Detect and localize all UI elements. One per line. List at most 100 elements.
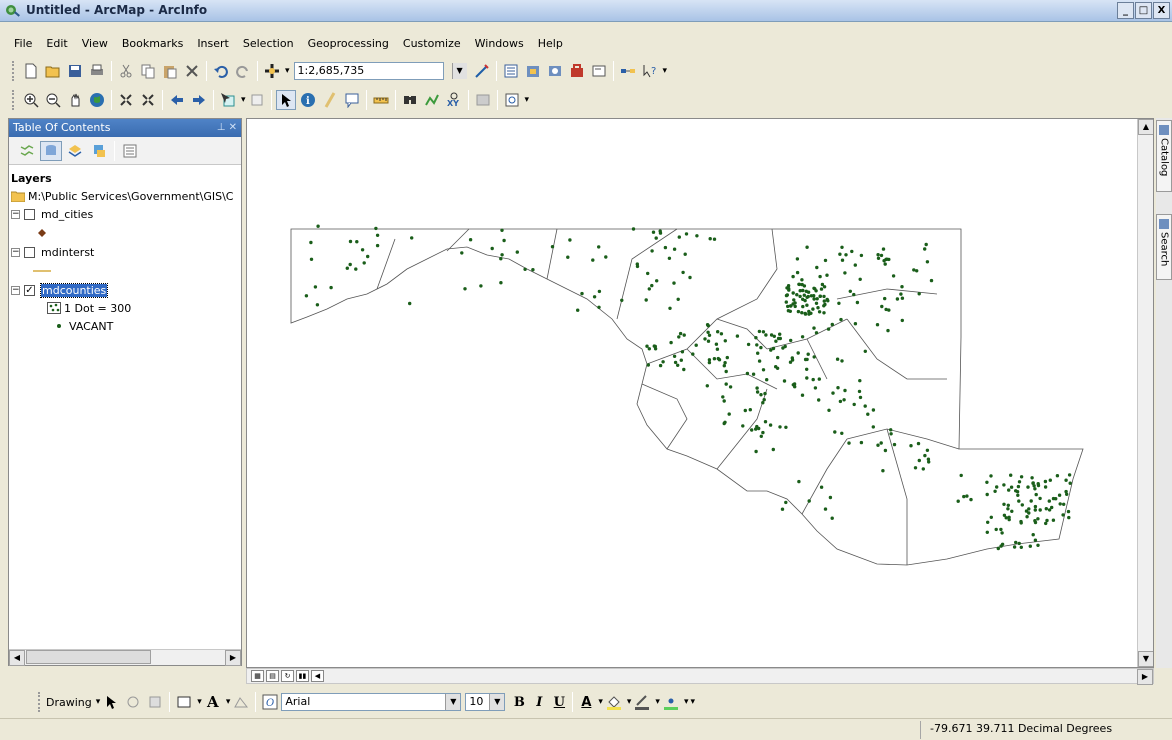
delete-icon[interactable]	[182, 61, 202, 81]
menu-bookmarks[interactable]: Bookmarks	[115, 34, 190, 54]
toolbar-grip[interactable]	[12, 61, 16, 81]
scroll-left-button[interactable]: ◀	[9, 650, 25, 666]
pan-icon[interactable]	[65, 90, 85, 110]
scroll-down-button[interactable]: ▼	[1138, 651, 1153, 667]
data-source-row[interactable]: M:\Public Services\Government\GIS\C	[11, 187, 239, 205]
font-dropdown-button[interactable]: ▼	[445, 694, 461, 710]
fixed-zoom-in-icon[interactable]	[116, 90, 136, 110]
catalog-tab[interactable]: Catalog	[1156, 120, 1172, 192]
toc-icon[interactable]	[501, 61, 521, 81]
font-name-combo[interactable]: Arial ▼	[281, 693, 462, 711]
print-icon[interactable]	[87, 61, 107, 81]
zoom-to-elements-icon[interactable]	[145, 692, 165, 712]
menu-windows[interactable]: Windows	[468, 34, 531, 54]
menu-geoprocessing[interactable]: Geoprocessing	[301, 34, 396, 54]
chevron-down-icon[interactable]: ▾	[598, 697, 603, 707]
rotate-icon[interactable]	[123, 692, 143, 712]
toolbar-options-icon[interactable]: ▾	[690, 697, 695, 707]
modelbuilder-icon[interactable]	[618, 61, 638, 81]
maximize-button[interactable]: □	[1135, 2, 1152, 19]
fixed-zoom-out-icon[interactable]	[138, 90, 158, 110]
font-color-button[interactable]: A	[576, 695, 596, 710]
list-by-visibility-icon[interactable]	[64, 141, 86, 161]
find-icon[interactable]	[400, 90, 420, 110]
map-bottom-scrollbar[interactable]: ▦ ▤ ↻ ▮▮ ◀ ▶	[246, 668, 1154, 685]
drawing-menu[interactable]: Drawing	[46, 696, 92, 709]
scroll-left-button[interactable]: ◀	[311, 670, 324, 682]
zoom-in-icon[interactable]	[21, 90, 41, 110]
menu-selection[interactable]: Selection	[236, 34, 301, 54]
italic-button[interactable]: I	[529, 695, 549, 710]
toolbar-grip[interactable]	[38, 692, 42, 712]
chevron-down-icon[interactable]: ▾	[197, 697, 202, 707]
copy-icon[interactable]	[138, 61, 158, 81]
cut-icon[interactable]	[116, 61, 136, 81]
time-slider-icon[interactable]	[473, 90, 493, 110]
toolbar-options-icon[interactable]: ▾	[663, 66, 668, 76]
full-extent-icon[interactable]	[87, 90, 107, 110]
map-vertical-scrollbar[interactable]: ▲ ▼	[1137, 119, 1153, 667]
whats-this-icon[interactable]: ?	[640, 61, 660, 81]
editor-icon[interactable]	[472, 61, 492, 81]
chevron-down-icon[interactable]: ▾	[627, 697, 632, 707]
goto-xy-icon[interactable]: XY	[444, 90, 464, 110]
text-icon[interactable]: A	[203, 692, 223, 712]
minimize-button[interactable]: _	[1117, 2, 1134, 19]
toolbar-grip[interactable]	[12, 90, 16, 110]
chevron-down-icon[interactable]: ▾	[655, 697, 660, 707]
legend-item-vacant[interactable]: VACANT	[11, 317, 239, 335]
menu-edit[interactable]: Edit	[39, 34, 74, 54]
hyperlink-icon[interactable]	[320, 90, 340, 110]
bold-button[interactable]: B	[509, 695, 529, 710]
layers-data-frame[interactable]: Layers	[11, 169, 239, 187]
clear-selection-icon[interactable]	[247, 90, 267, 110]
fill-color-icon[interactable]	[604, 692, 624, 712]
layer-row-md-cities[interactable]: − md_cities	[11, 205, 239, 223]
save-icon[interactable]	[65, 61, 85, 81]
chevron-down-icon[interactable]: ▾	[241, 95, 246, 105]
chevron-down-icon[interactable]: ▾	[285, 66, 290, 76]
viewer-window-icon[interactable]	[502, 90, 522, 110]
menu-view[interactable]: View	[75, 34, 115, 54]
options-icon[interactable]	[119, 141, 141, 161]
underline-button[interactable]: U	[549, 695, 569, 710]
list-by-selection-icon[interactable]	[88, 141, 110, 161]
html-popup-icon[interactable]	[342, 90, 362, 110]
close-button[interactable]: X	[1153, 2, 1170, 19]
python-icon[interactable]	[589, 61, 609, 81]
font-size-dropdown-button[interactable]: ▼	[489, 694, 505, 710]
collapse-toggle[interactable]: −	[11, 247, 20, 257]
layer-row-mdcounties[interactable]: − ✓ mdcounties	[11, 281, 239, 299]
scale-dropdown-button[interactable]: ▼	[451, 63, 467, 79]
redo-icon[interactable]	[233, 61, 253, 81]
layer-row-mdinterst[interactable]: − mdinterst	[11, 243, 239, 261]
pause-drawing-button[interactable]: ▮▮	[296, 670, 309, 682]
menu-insert[interactable]: Insert	[190, 34, 236, 54]
toc-horizontal-scrollbar[interactable]: ◀ ▶	[9, 649, 241, 666]
scroll-right-button[interactable]: ▶	[225, 650, 241, 666]
refresh-view-button[interactable]: ↻	[281, 670, 294, 682]
arctoolbox-icon[interactable]	[567, 61, 587, 81]
scroll-thumb[interactable]	[26, 650, 151, 664]
zoom-out-icon[interactable]	[43, 90, 63, 110]
add-data-icon[interactable]	[262, 61, 282, 81]
chevron-down-icon[interactable]: ▾	[226, 697, 231, 707]
measure-icon[interactable]	[371, 90, 391, 110]
toc-pin-close-buttons[interactable]: ⊥ ✕	[217, 119, 237, 137]
search-icon[interactable]	[545, 61, 565, 81]
scroll-up-button[interactable]: ▲	[1138, 119, 1153, 135]
chevron-down-icon[interactable]: ▾	[684, 697, 689, 707]
map-view[interactable]: ▲ ▼	[246, 118, 1154, 668]
select-elements-icon[interactable]	[101, 692, 121, 712]
undo-icon[interactable]	[211, 61, 231, 81]
paste-icon[interactable]	[160, 61, 180, 81]
line-color-icon[interactable]	[632, 692, 652, 712]
layer-visibility-checkbox[interactable]	[24, 246, 35, 258]
open-icon[interactable]	[43, 61, 63, 81]
chevron-down-icon[interactable]: ▾	[96, 697, 101, 707]
layer-symbol-md-cities[interactable]	[11, 223, 239, 243]
marker-color-icon[interactable]	[661, 692, 681, 712]
find-route-icon[interactable]	[422, 90, 442, 110]
layer-symbol-mdinterst[interactable]	[11, 261, 239, 281]
layer-visibility-checkbox[interactable]	[24, 208, 35, 220]
